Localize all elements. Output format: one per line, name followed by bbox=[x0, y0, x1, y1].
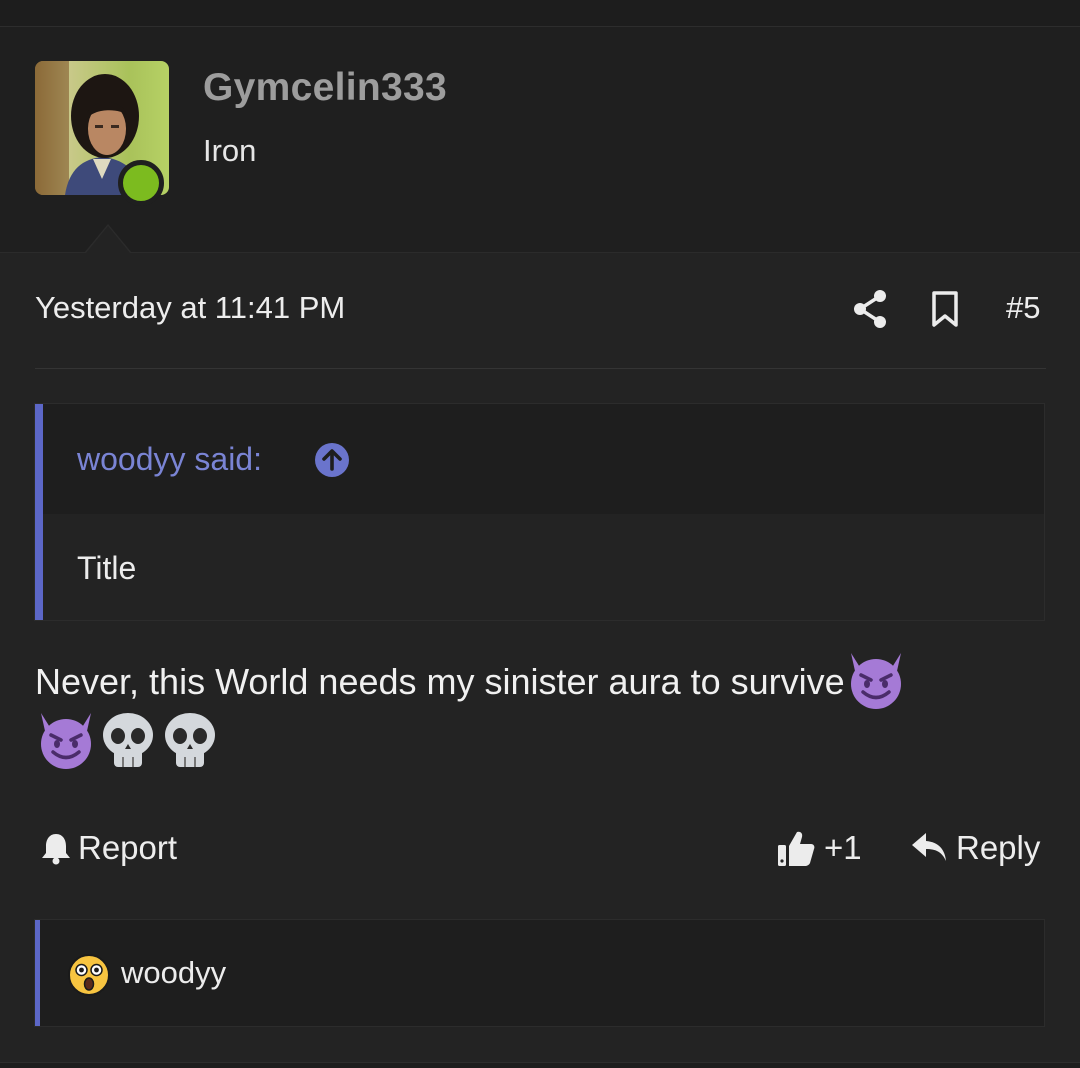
quote-block: woodyy said: Title bbox=[34, 403, 1045, 621]
forum-post-page: Gymcelin333 Iron Yesterday at 11:41 PM #… bbox=[0, 0, 1080, 1068]
next-post-edge bbox=[0, 1062, 1080, 1068]
post-number-link[interactable]: #5 bbox=[1006, 290, 1040, 326]
quote-body: Title bbox=[43, 514, 1044, 620]
reactions-bar: woodyy bbox=[34, 919, 1045, 1027]
previous-post-edge bbox=[0, 0, 1080, 27]
post-message-emoji-line bbox=[35, 712, 1045, 776]
quote-author-link[interactable]: woodyy said: bbox=[77, 441, 262, 478]
post-author-username[interactable]: Gymcelin333 bbox=[203, 66, 447, 110]
quote-header: woodyy said: bbox=[43, 404, 1044, 514]
post-timestamp[interactable]: Yesterday at 11:41 PM bbox=[35, 290, 345, 326]
bookmark-icon[interactable] bbox=[930, 290, 960, 328]
post-author-title: Iron bbox=[203, 133, 257, 168]
reactions-accent-bar bbox=[35, 920, 40, 1026]
post-message-text: Never, this World needs my sinister aura… bbox=[35, 661, 845, 702]
report-label: Report bbox=[78, 829, 178, 866]
reaction-user-link[interactable]: woodyy bbox=[121, 955, 226, 991]
like-count: +1 bbox=[824, 829, 862, 866]
arrow-up-circle-icon[interactable] bbox=[314, 442, 350, 478]
smiling-imp-emoji bbox=[850, 653, 901, 710]
reply-button[interactable]: Reply bbox=[910, 828, 1040, 868]
header-divider bbox=[35, 368, 1046, 369]
online-status-indicator bbox=[118, 160, 164, 206]
header-pointer bbox=[86, 226, 130, 253]
bell-icon bbox=[42, 834, 70, 865]
reply-label: Reply bbox=[956, 829, 1041, 866]
report-button[interactable]: Report bbox=[40, 828, 177, 868]
like-button[interactable]: +1 bbox=[776, 828, 862, 868]
quote-text: Title bbox=[77, 550, 137, 586]
thumbs-up-icon bbox=[778, 831, 815, 866]
skull-emoji bbox=[103, 713, 153, 768]
quote-accent-bar bbox=[35, 404, 43, 620]
astonished-face-emoji[interactable] bbox=[67, 953, 111, 997]
reply-icon bbox=[912, 833, 946, 861]
share-icon[interactable] bbox=[852, 289, 888, 329]
smiling-imp-emoji bbox=[41, 713, 91, 770]
skull-emoji bbox=[165, 713, 215, 768]
post-message: Never, this World needs my sinister aura… bbox=[35, 652, 1045, 776]
